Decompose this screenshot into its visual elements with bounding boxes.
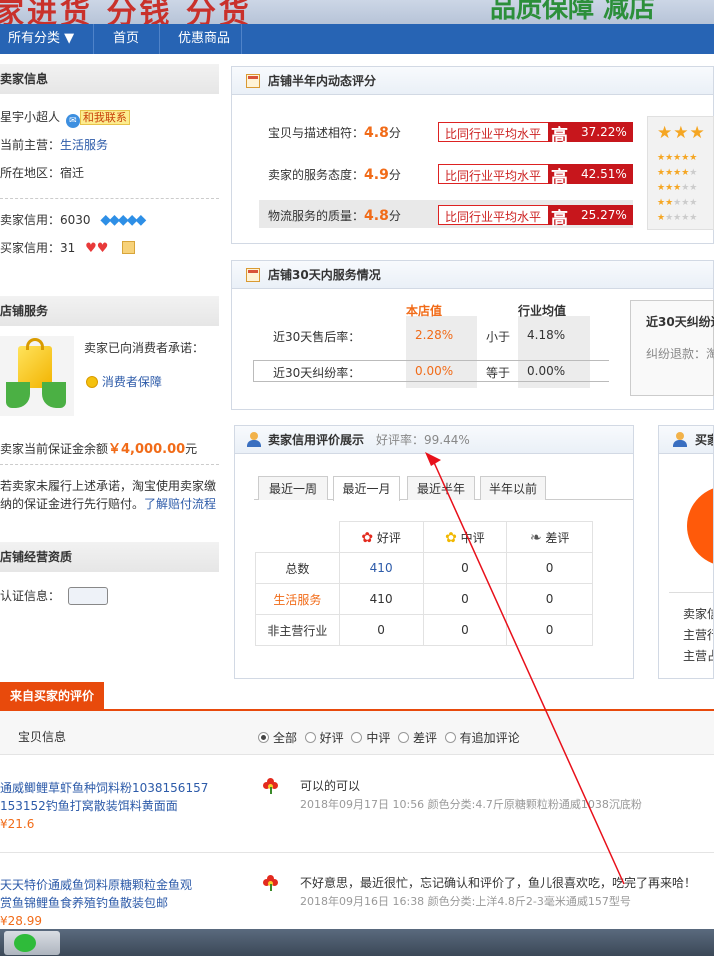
annotation-arrow — [425, 452, 625, 885]
taskbar-app-button[interactable] — [4, 931, 60, 955]
wechat-icon — [14, 934, 36, 952]
os-taskbar — [0, 929, 714, 956]
